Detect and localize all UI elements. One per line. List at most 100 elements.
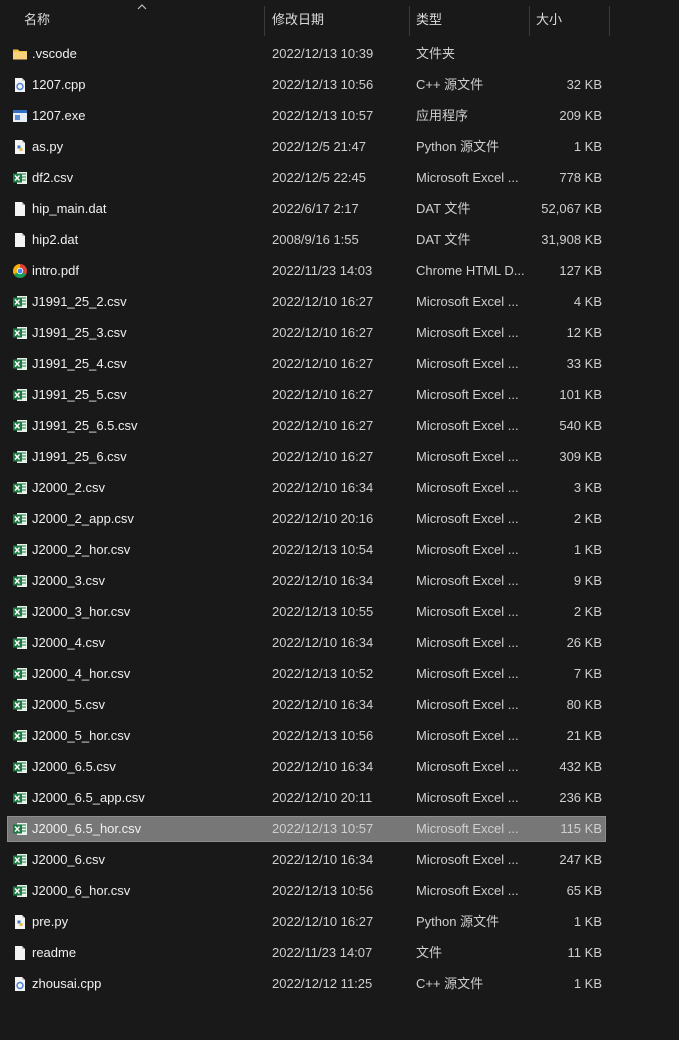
file-row[interactable]: J2000_2.csv 2022/12/10 16:34 Microsoft Exc… xyxy=(8,476,605,500)
file-row[interactable]: J2000_6.5_app.csv 2022/12/10 20:11 Microso… xyxy=(8,786,605,810)
file-size: 2 KB xyxy=(573,511,602,526)
file-row[interactable]: J2000_3.csv 2022/12/10 16:34 Microsoft Exc… xyxy=(8,569,605,593)
file-modified-date: 2022/12/10 16:27 xyxy=(272,387,374,402)
file-modified-date: 2022/12/10 16:27 xyxy=(272,294,374,309)
file-name: J2000_6_hor.csv xyxy=(32,883,131,898)
file-name: J2000_6.csv xyxy=(32,852,105,867)
file-size: 1 KB xyxy=(573,542,602,557)
file-name: J1991_25_6.5.csv xyxy=(32,418,138,433)
file-name: hip_main.dat xyxy=(32,201,107,216)
excel-file-icon xyxy=(12,542,28,558)
file-modified-date: 2022/12/10 16:34 xyxy=(272,635,374,650)
excel-file-icon xyxy=(12,852,28,868)
column-divider[interactable] xyxy=(529,6,530,36)
excel-file-icon xyxy=(12,325,28,341)
excel-file-icon xyxy=(12,418,28,434)
cpp-file-icon xyxy=(12,77,28,93)
file-modified-date: 2008/9/16 1:55 xyxy=(272,232,359,247)
file-row[interactable]: J1991_25_5.csv 2022/12/10 16:27 Microsoft … xyxy=(8,383,605,407)
excel-file-icon xyxy=(12,356,28,372)
file-modified-date: 2022/12/10 16:27 xyxy=(272,449,374,464)
file-row[interactable]: J1991_25_4.csv 2022/12/10 16:27 Microsoft … xyxy=(8,352,605,376)
excel-file-icon xyxy=(12,666,28,682)
column-header-bar: 名称 修改日期 类型 大小 xyxy=(0,0,679,38)
file-row[interactable]: J2000_6_hor.csv 2022/12/13 10:56 Microsoft… xyxy=(8,879,605,903)
file-row[interactable]: intro.pdf 2022/11/23 14:03 Chrome HTML D..… xyxy=(8,259,605,283)
file-modified-date: 2022/12/13 10:56 xyxy=(272,728,374,743)
file-name: J2000_4_hor.csv xyxy=(32,666,131,681)
file-row[interactable]: J2000_6.csv 2022/12/10 16:34 Microsoft Exc… xyxy=(8,848,605,872)
excel-file-icon xyxy=(12,604,28,620)
file-size: 1 KB xyxy=(573,139,602,154)
file-row[interactable]: 1207.exe 2022/12/13 10:57 应用程序 209 KB xyxy=(8,104,605,128)
file-row[interactable]: J1991_25_6.5.csv 2022/12/10 16:27 Microsof… xyxy=(8,414,605,438)
file-modified-date: 2022/12/10 16:34 xyxy=(272,697,374,712)
file-modified-date: 2022/12/10 16:27 xyxy=(272,914,374,929)
column-header-size[interactable]: 大小 xyxy=(536,4,562,36)
file-size: 1 KB xyxy=(573,976,602,991)
python-file-icon xyxy=(12,139,28,155)
excel-file-icon xyxy=(12,790,28,806)
file-row[interactable]: J1991_25_6.csv 2022/12/10 16:27 Microsoft … xyxy=(8,445,605,469)
file-row[interactable]: readme 2022/11/23 14:07 文件 11 KB xyxy=(8,941,605,965)
file-row[interactable]: pre.py 2022/12/10 16:27 Python 源文件 1 KB xyxy=(8,910,605,934)
cpp-file-icon xyxy=(12,976,28,992)
file-row[interactable]: df2.csv 2022/12/5 22:45 Microsoft Excel ..… xyxy=(8,166,605,190)
file-modified-date: 2022/12/10 16:27 xyxy=(272,418,374,433)
file-modified-date: 2022/12/13 10:55 xyxy=(272,604,374,619)
file-size: 540 KB xyxy=(559,418,602,433)
file-size: 432 KB xyxy=(559,759,602,774)
file-modified-date: 2022/12/10 20:16 xyxy=(272,511,374,526)
sort-ascending-icon xyxy=(137,4,147,10)
file-name: 1207.cpp xyxy=(32,77,86,92)
file-modified-date: 2022/12/13 10:39 xyxy=(272,46,374,61)
file-row[interactable]: J1991_25_2.csv 2022/12/10 16:27 Microsoft … xyxy=(8,290,605,314)
file-modified-date: 2022/12/10 16:34 xyxy=(272,759,374,774)
file-row[interactable]: J2000_5_hor.csv 2022/12/13 10:56 Microsoft… xyxy=(8,724,605,748)
file-row[interactable]: as.py 2022/12/5 21:47 Python 源文件 1 KB xyxy=(8,135,605,159)
excel-file-icon xyxy=(12,697,28,713)
generic-file-icon xyxy=(12,945,28,961)
file-row[interactable]: hip_main.dat 2022/6/17 2:17 DAT 文件 52,067 K… xyxy=(8,197,605,221)
column-header-date[interactable]: 修改日期 xyxy=(272,4,324,36)
file-name: hip2.dat xyxy=(32,232,79,247)
file-row[interactable]: hip2.dat 2008/9/16 1:55 DAT 文件 31,908 KB xyxy=(8,228,605,252)
file-name: .vscode xyxy=(32,46,77,61)
file-name: J2000_3.csv xyxy=(32,573,105,588)
excel-file-icon xyxy=(12,883,28,899)
column-header-name[interactable]: 名称 xyxy=(24,4,50,36)
file-name: pre.py xyxy=(32,914,69,929)
column-divider[interactable] xyxy=(609,6,610,36)
file-name: df2.csv xyxy=(32,170,74,185)
file-name: J1991_25_4.csv xyxy=(32,356,127,371)
file-name: readme xyxy=(32,945,77,960)
excel-file-icon xyxy=(12,449,28,465)
file-name: J2000_2_app.csv xyxy=(32,511,134,526)
file-row[interactable]: .vscode 2022/12/13 10:39 文件夹 xyxy=(8,42,605,66)
file-modified-date: 2022/12/13 10:54 xyxy=(272,542,374,557)
file-row[interactable]: J2000_4.csv 2022/12/10 16:34 Microsoft Exc… xyxy=(8,631,605,655)
column-divider[interactable] xyxy=(264,6,265,36)
file-row[interactable]: J2000_6.5_hor.csv 2022/12/13 10:57 Microso… xyxy=(7,816,606,842)
file-modified-date: 2022/12/10 20:11 xyxy=(272,790,373,805)
file-row[interactable]: J2000_4_hor.csv 2022/12/13 10:52 Microsoft… xyxy=(8,662,605,686)
file-name: intro.pdf xyxy=(32,263,79,278)
file-size: 26 KB xyxy=(566,635,602,650)
column-header-type[interactable]: 类型 xyxy=(416,4,442,36)
file-modified-date: 2022/12/13 10:56 xyxy=(272,883,374,898)
file-modified-date: 2022/12/13 10:56 xyxy=(272,77,374,92)
file-row[interactable]: J2000_3_hor.csv 2022/12/13 10:55 Microsoft… xyxy=(8,600,605,624)
file-row[interactable]: J2000_5.csv 2022/12/10 16:34 Microsoft Exc… xyxy=(8,693,605,717)
column-divider[interactable] xyxy=(409,6,410,36)
file-row[interactable]: J2000_6.5.csv 2022/12/10 16:34 Microsoft E… xyxy=(8,755,605,779)
file-row[interactable]: J2000_2_hor.csv 2022/12/13 10:54 Microsoft… xyxy=(8,538,605,562)
file-size: 32 KB xyxy=(566,77,602,92)
file-name: J2000_6.5.csv xyxy=(32,759,116,774)
file-row[interactable]: 1207.cpp 2022/12/13 10:56 C++ 源文件 32 KB xyxy=(8,73,605,97)
file-name: as.py xyxy=(32,139,64,154)
file-row[interactable]: J2000_2_app.csv 2022/12/10 20:16 Microsoft… xyxy=(8,507,605,531)
file-row[interactable]: J1991_25_3.csv 2022/12/10 16:27 Microsoft … xyxy=(8,321,605,345)
file-row[interactable]: zhousai.cpp 2022/12/12 11:25 C++ 源文件 1 KB xyxy=(8,972,605,996)
file-size: 80 KB xyxy=(566,697,602,712)
file-modified-date: 2022/12/13 10:57 xyxy=(272,108,374,123)
